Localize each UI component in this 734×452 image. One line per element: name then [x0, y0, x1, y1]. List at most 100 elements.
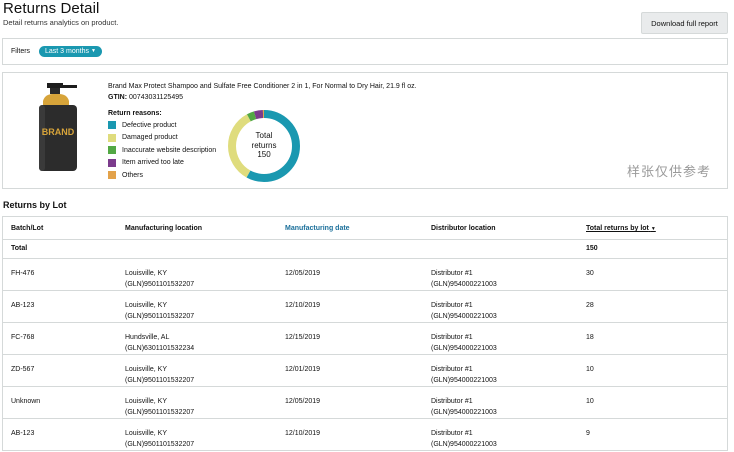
legend-item-damaged: Damaged product [108, 132, 216, 145]
col-header-date[interactable]: Manufacturing date [285, 225, 350, 232]
legend-item-others: Others [108, 169, 216, 182]
date-cell: 12/05/2019 [285, 398, 321, 405]
distributor-name: Distributor #1 [431, 270, 473, 277]
batch-cell: FC-768 [11, 334, 35, 341]
legend-label: Inaccurate website description [122, 146, 217, 154]
date-range-filter[interactable]: Last 3 months ▼ [39, 46, 102, 57]
table-row[interactable]: FC-768 Hundsville, AL (GLN)6301101532234 … [3, 323, 727, 355]
product-card: BRAND Brand Max Protect Shampoo and Sulf… [2, 72, 728, 189]
col-header-batch[interactable]: Batch/Lot [11, 225, 43, 232]
total-cell: 28 [586, 302, 594, 309]
location-cell: Louisville, KY (GLN)9501101532207 [125, 268, 194, 290]
total-cell: 10 [586, 398, 594, 405]
table-row[interactable]: ZD-567 Louisville, KY (GLN)9501101532207 … [3, 355, 727, 387]
col-header-location[interactable]: Manufacturing location [125, 225, 202, 232]
date-cell: 12/10/2019 [285, 302, 321, 309]
location-city: Louisville, KY [125, 430, 168, 437]
legend-item-late: Item arrived too late [108, 157, 216, 170]
watermark: 样张仅供参考 [627, 165, 712, 180]
distributor-name: Distributor #1 [431, 430, 473, 437]
date-cell: 12/10/2019 [285, 430, 321, 437]
date-cell: 12/01/2019 [285, 366, 321, 373]
distributor-cell: Distributor #1 (GLN)954000221003 [431, 364, 497, 386]
return-reasons-title: Return reasons: [108, 110, 162, 117]
legend-item-inaccurate: Inaccurate website description [108, 144, 216, 157]
distributor-cell: Distributor #1 (GLN)954000221003 [431, 396, 497, 418]
location-city: Louisville, KY [125, 270, 168, 277]
distributor-gln: (GLN)954000221003 [431, 281, 497, 288]
table-row[interactable]: AB-123 Louisville, KY (GLN)9501101532207 … [3, 419, 727, 451]
distributor-cell: Distributor #1 (GLN)954000221003 [431, 332, 497, 354]
donut-label-line1: Total [255, 131, 273, 140]
location-gln: (GLN)9501101532207 [125, 281, 195, 288]
donut-center-label: Total returns 150 [227, 131, 301, 160]
location-city: Louisville, KY [125, 302, 168, 309]
legend-label: Damaged product [122, 134, 178, 142]
col-header-distributor[interactable]: Distributor location [431, 225, 496, 232]
distributor-name: Distributor #1 [431, 398, 473, 405]
location-cell: Louisville, KY (GLN)9501101532207 [125, 396, 194, 418]
download-report-button[interactable]: Download full report [641, 12, 728, 34]
table-row[interactable]: Unknown Louisville, KY (GLN)9501101532207… [3, 387, 727, 419]
distributor-name: Distributor #1 [431, 334, 473, 341]
col-header-total[interactable]: Total returns by lot ▼ [586, 225, 656, 232]
page-subtitle: Detail returns analytics on product. [3, 18, 119, 27]
location-city: Hundsville, AL [125, 334, 170, 341]
total-label: Total [11, 245, 28, 252]
batch-cell: Unknown [11, 398, 41, 405]
location-gln: (GLN)6301101532234 [125, 345, 195, 352]
distributor-gln: (GLN)954000221003 [431, 345, 497, 352]
total-cell: 10 [586, 366, 594, 373]
return-reasons-legend: Defective product Damaged product Inaccu… [108, 119, 216, 182]
caret-down-icon: ▼ [90, 48, 96, 54]
distributor-gln: (GLN)954000221003 [431, 313, 497, 320]
legend-label: Item arrived too late [122, 159, 184, 167]
product-gtin: GTIN: 00743031125495 [108, 94, 183, 101]
donut-label-line2: returns [251, 140, 277, 150]
batch-cell: AB-123 [11, 302, 35, 309]
distributor-gln: (GLN)954000221003 [431, 409, 497, 416]
bottle-brand-text: BRAND [42, 127, 75, 137]
legend-swatch [108, 121, 116, 130]
legend-swatch [108, 171, 116, 180]
distributor-gln: (GLN)954000221003 [431, 377, 497, 384]
location-city: Louisville, KY [125, 398, 168, 405]
product-bottle-image: BRAND [39, 83, 77, 171]
total-cell: 18 [586, 334, 594, 341]
product-name: Brand Max Protect Shampoo and Sulfate Fr… [108, 83, 417, 90]
location-gln: (GLN)9501101532207 [125, 409, 195, 416]
date-cell: 12/15/2019 [285, 334, 321, 341]
batch-cell: FH-476 [11, 270, 35, 277]
location-gln: (GLN)9501101532207 [125, 313, 195, 320]
distributor-cell: Distributor #1 (GLN)954000221003 [431, 300, 497, 322]
batch-cell: AB-123 [11, 430, 35, 437]
filters-label: Filters [11, 48, 31, 55]
sort-desc-icon: ▼ [650, 226, 656, 232]
legend-swatch [108, 158, 116, 167]
page-title: Returns Detail [3, 0, 100, 17]
legend-swatch [108, 133, 116, 142]
distributor-name: Distributor #1 [431, 302, 473, 309]
date-cell: 12/05/2019 [285, 270, 321, 277]
distributor-name: Distributor #1 [431, 366, 473, 373]
table-row[interactable]: AB-123 Louisville, KY (GLN)9501101532207 … [3, 291, 727, 323]
location-cell: Louisville, KY (GLN)9501101532207 [125, 300, 194, 322]
gtin-label: GTIN: [108, 94, 128, 101]
returns-by-lot-table: Batch/Lot Manufacturing location Manufac… [2, 216, 728, 451]
col-header-total-label: Total returns by lot [586, 225, 649, 232]
location-cell: Hundsville, AL (GLN)6301101532234 [125, 332, 194, 354]
table-row[interactable]: FH-476 Louisville, KY (GLN)9501101532207 … [3, 259, 727, 291]
total-cell: 9 [586, 430, 590, 437]
table-header-row: Batch/Lot Manufacturing location Manufac… [3, 217, 727, 240]
batch-cell: ZD-567 [11, 366, 35, 373]
legend-item-defective: Defective product [108, 119, 216, 132]
location-gln: (GLN)9501101532207 [125, 377, 195, 384]
gtin-value: 00743031125495 [129, 94, 183, 101]
distributor-cell: Distributor #1 (GLN)954000221003 [431, 268, 497, 290]
location-cell: Louisville, KY (GLN)9501101532207 [125, 428, 194, 450]
location-cell: Louisville, KY (GLN)9501101532207 [125, 364, 194, 386]
date-range-value: Last 3 months [45, 48, 89, 55]
location-gln: (GLN)9501101532207 [125, 441, 195, 448]
location-city: Louisville, KY [125, 366, 168, 373]
filters-bar: Filters Last 3 months ▼ [2, 38, 728, 65]
